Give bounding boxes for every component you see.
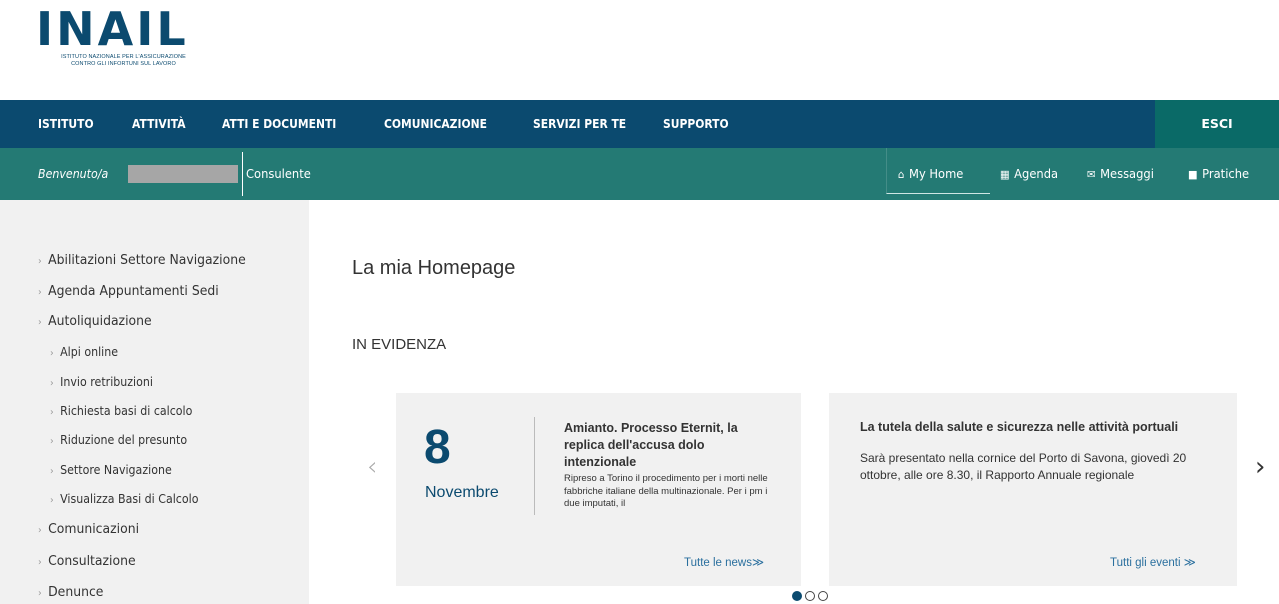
sublink-agenda[interactable]: ▦ Agenda	[1000, 148, 1058, 200]
chevron-right-icon: ›	[50, 436, 54, 447]
sidebar-item-label: Alpi online	[60, 345, 119, 359]
chevron-right-icon: ›	[38, 557, 42, 568]
header: INAIL ISTITUTO NAZIONALE PER L'ASSICURAZ…	[0, 0, 1279, 100]
main-nav: ISTITUTO ATTIVITÀ ATTI E DOCUMENTI COMUN…	[0, 100, 1279, 148]
carousel-dot-2[interactable]	[805, 591, 815, 601]
carousel-next-button[interactable]: ›	[1255, 452, 1265, 482]
chevron-right-icon: ›	[38, 317, 42, 328]
news-divider	[534, 417, 535, 515]
carousel-prev-button[interactable]: ‹	[367, 452, 377, 482]
nav-supporto[interactable]: SUPPORTO	[663, 100, 729, 148]
sidebar-item-label: Comunicazioni	[48, 521, 140, 537]
sublink-pratiche[interactable]: ■ Pratiche	[1188, 148, 1249, 200]
sublink-messaggi[interactable]: ✉ Messaggi	[1087, 148, 1154, 200]
chevron-right-icon: ›	[38, 256, 42, 267]
chevron-right-icon: ›	[38, 588, 42, 599]
sublink-my-home[interactable]: ⌂ My Home	[898, 148, 963, 200]
sidebar-item-label: Riduzione del presunto	[60, 433, 188, 447]
news-title[interactable]: Amianto. Processo Eternit, la replica de…	[564, 420, 774, 471]
sidebar-item-denunce[interactable]: › Denunce	[38, 584, 103, 600]
sidebar-item-alpi-online[interactable]: › Alpi online	[50, 345, 118, 359]
sidebar-item-consultazione[interactable]: › Consultazione	[38, 553, 136, 569]
sublink-label: Messaggi	[1100, 166, 1154, 181]
carousel-pagination	[792, 591, 828, 603]
event-body: Sarà presentato nella cornice del Porto …	[860, 451, 1187, 482]
sublink-label: Agenda	[1014, 166, 1059, 181]
sidebar-item-label: Consultazione	[48, 553, 136, 569]
sidebar-item-invio-retribuzioni[interactable]: › Invio retribuzioni	[50, 375, 153, 389]
mail-icon: ✉	[1087, 168, 1096, 181]
logo-subtitle-line1: ISTITUTO NAZIONALE PER L'ASSICURAZIONE	[61, 54, 186, 60]
sidebar-item-autoliquidazione[interactable]: › Autoliquidazione	[38, 313, 152, 329]
sidebar-item-riduzione-presunto[interactable]: › Riduzione del presunto	[50, 433, 187, 447]
nav-servizi-per-te[interactable]: SERVIZI PER TE	[533, 100, 626, 148]
sidebar-item-label: Richiesta basi di calcolo	[60, 404, 193, 418]
sidebar-item-settore-navigazione[interactable]: › Settore Navigazione	[50, 463, 172, 477]
sidebar-item-label: Denunce	[48, 584, 104, 600]
chevron-right-icon: ›	[38, 525, 42, 536]
sublink-label: Pratiche	[1202, 166, 1250, 181]
nav-atti-e-documenti[interactable]: ATTI E DOCUMENTI	[222, 100, 336, 148]
chevron-right-icon: ›	[50, 348, 54, 359]
carousel-dot-1[interactable]	[792, 591, 802, 601]
user-bar: Benvenuto/a Consulente ⌂ My Home ▦ Agenda …	[0, 148, 1279, 200]
sidebar-item-label: Autoliquidazione	[48, 313, 152, 329]
sidebar-item-comunicazioni[interactable]: › Comunicazioni	[38, 521, 139, 537]
nav-attivita[interactable]: ATTIVITÀ	[132, 100, 186, 148]
chevron-right-icon: ›	[50, 407, 54, 418]
all-events-link[interactable]: Tutti gli eventi ≫	[1110, 555, 1196, 569]
nav-istituto[interactable]: ISTITUTO	[38, 100, 94, 148]
divider	[242, 152, 243, 196]
logo-wordmark: INAIL	[36, 2, 189, 56]
sidebar-item-label: Abilitazioni Settore Navigazione	[48, 252, 246, 268]
sidebar-item-label: Visualizza Basi di Calcolo	[60, 492, 199, 506]
folder-icon: ■	[1188, 168, 1198, 181]
welcome-label: Benvenuto/a	[38, 167, 109, 181]
section-title: IN EVIDENZA	[352, 336, 447, 353]
chevron-right-icon: ›	[50, 378, 54, 389]
inail-logo[interactable]: INAIL ISTITUTO NAZIONALE PER L'ASSICURAZ…	[36, 4, 226, 74]
logout-button[interactable]: ESCI	[1155, 100, 1279, 148]
logo-subtitle-line2: CONTRO GLI INFORTUNI SUL LAVORO	[71, 61, 176, 67]
user-role: Consulente	[246, 166, 311, 181]
chevron-right-icon: ›	[38, 287, 42, 298]
chevron-right-icon: ›	[50, 495, 54, 506]
calendar-icon: ▦	[1000, 168, 1010, 181]
news-date-month: Novembre	[425, 484, 499, 501]
nav-comunicazione[interactable]: COMUNICAZIONE	[384, 100, 487, 148]
page-title: La mia Homepage	[352, 257, 516, 279]
chevron-right-icon: ›	[50, 466, 54, 477]
sublink-label: My Home	[909, 166, 964, 181]
sidebar-item-label: Settore Navigazione	[60, 463, 172, 477]
home-icon: ⌂	[898, 168, 905, 181]
sidebar-item-abilitazioni[interactable]: › Abilitazioni Settore Navigazione	[38, 252, 246, 268]
event-title[interactable]: La tutela della salute e sicurezza nelle…	[860, 420, 1220, 434]
sidebar-item-label: Agenda Appuntamenti Sedi	[48, 283, 219, 299]
carousel-dot-3[interactable]	[818, 591, 828, 601]
news-body: Ripreso a Torino il procedimento per i m…	[564, 473, 768, 509]
sidebar-item-label: Invio retribuzioni	[60, 375, 153, 389]
all-news-link[interactable]: Tutte le news≫	[684, 555, 764, 569]
sidebar-item-agenda[interactable]: › Agenda Appuntamenti Sedi	[38, 283, 219, 299]
news-date-day: 8	[424, 421, 451, 474]
sidebar-item-richiesta-basi[interactable]: › Richiesta basi di calcolo	[50, 404, 192, 418]
sidebar-item-visualizza-basi[interactable]: › Visualizza Basi di Calcolo	[50, 492, 198, 506]
redacted-username	[128, 165, 238, 183]
